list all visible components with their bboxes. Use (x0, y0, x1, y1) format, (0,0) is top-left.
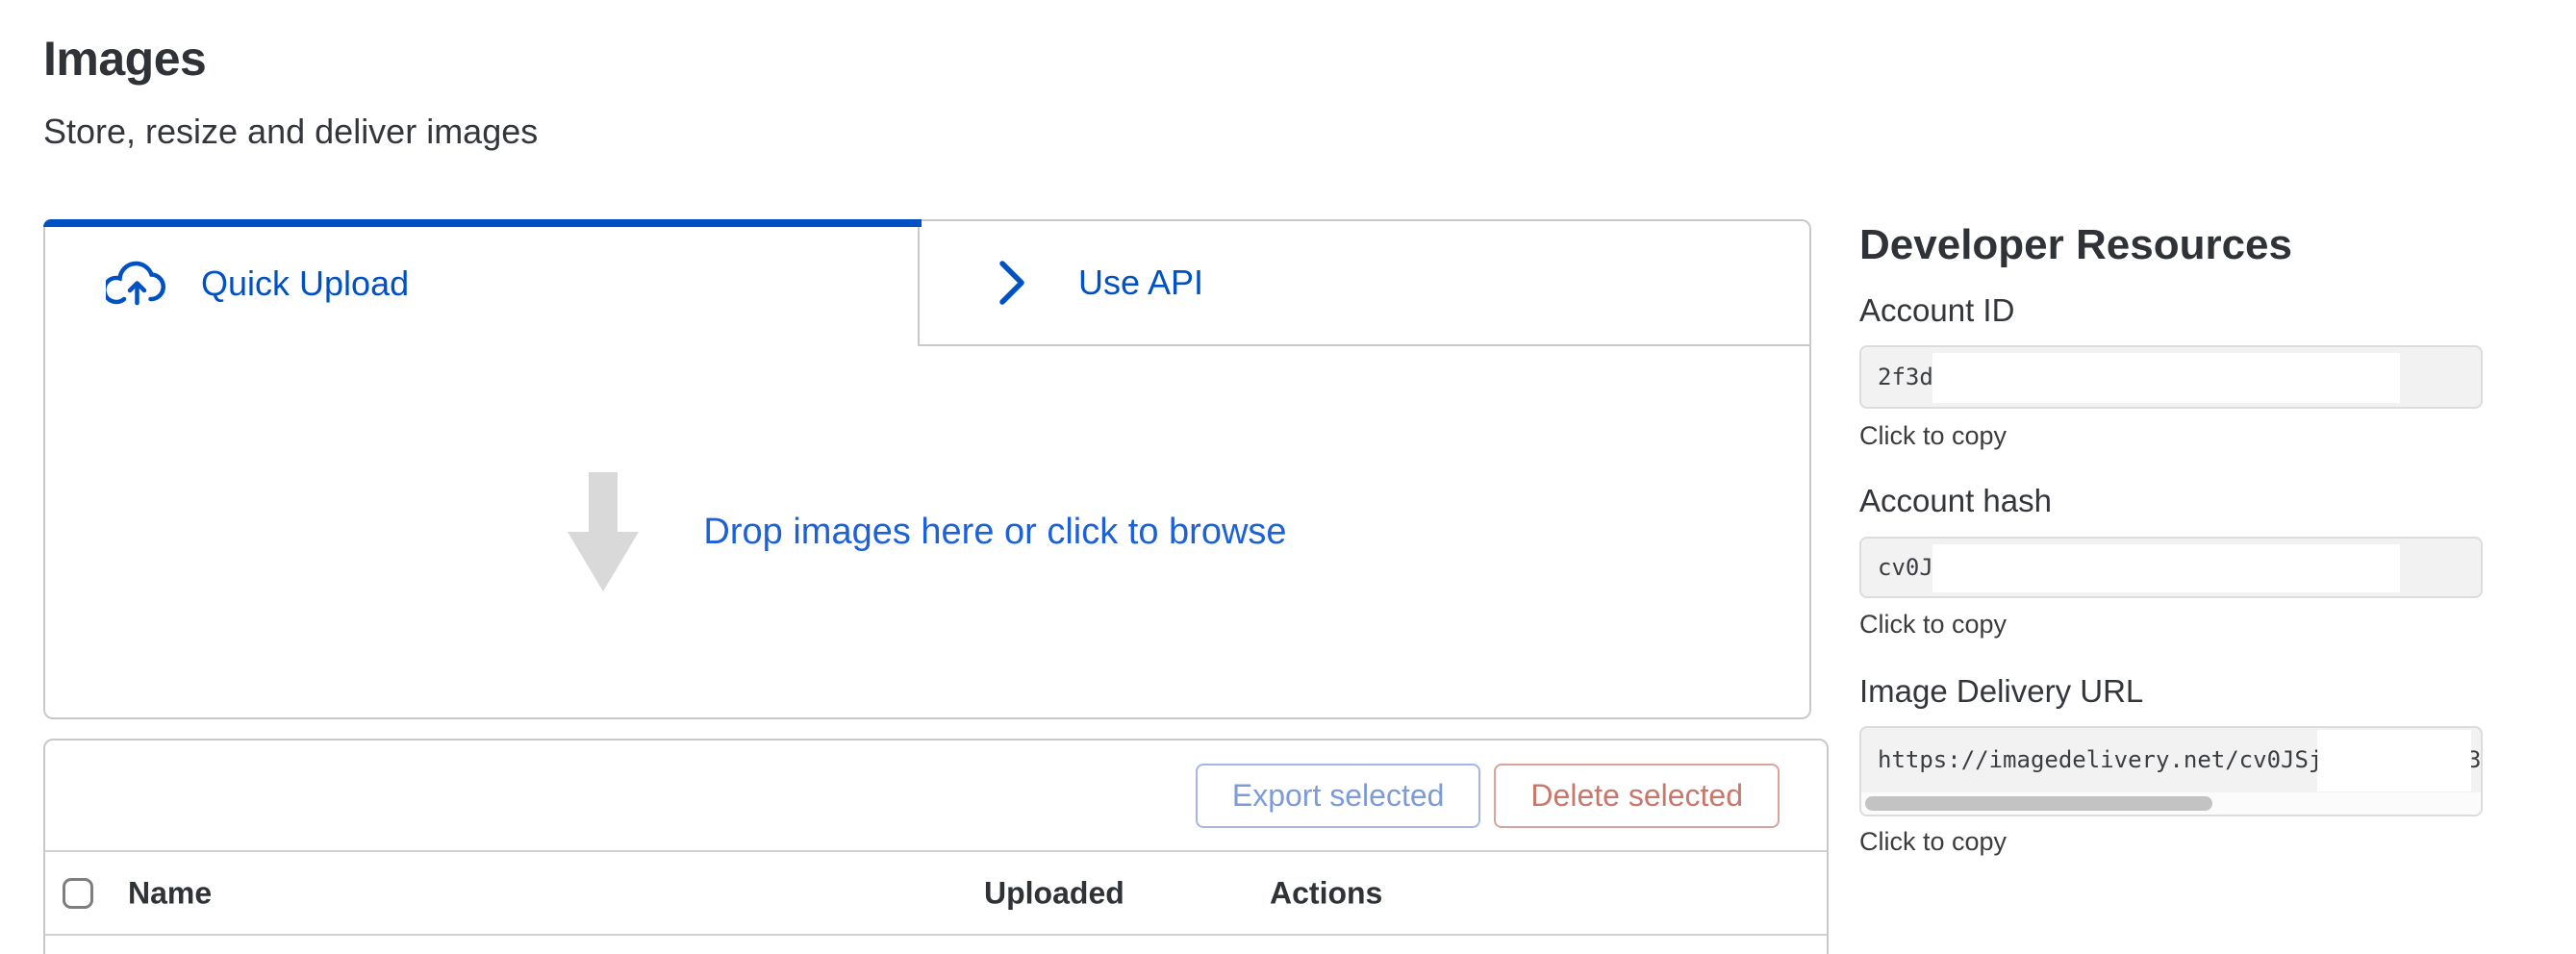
column-header-name: Name (128, 875, 212, 911)
tab-quick-upload-label: Quick Upload (201, 264, 409, 304)
delete-selected-button[interactable]: Delete selected (1494, 764, 1780, 828)
account-hash-value: cv0J (1878, 554, 1933, 581)
upload-card: Quick Upload Use API Drop images here or… (43, 219, 1811, 719)
account-id-copy-hint: Click to copy (1859, 421, 2007, 451)
active-tab-indicator (43, 219, 922, 227)
page-title: Images (43, 31, 206, 87)
image-dropzone[interactable]: Drop images here or click to browse (45, 346, 1809, 717)
image-delivery-url-value: https://imagedelivery.net/cv0JSj (1878, 746, 2322, 773)
cloud-upload-icon (106, 260, 167, 308)
image-delivery-url-copy-hint: Click to copy (1859, 827, 2007, 857)
select-all-checkbox[interactable] (63, 878, 93, 909)
redaction-overlay (1932, 353, 2400, 403)
image-list-card: Export selected Delete selected Name Upl… (43, 739, 1829, 954)
table-header-row: Name Uploaded Actions (45, 852, 1827, 936)
account-hash-field[interactable]: cv0J (1859, 537, 2483, 598)
tab-use-api-label: Use API (1078, 263, 1203, 303)
page-subtitle: Store, resize and deliver images (43, 112, 538, 152)
redaction-overlay (1932, 544, 2400, 592)
account-id-field[interactable]: 2f3d (1859, 345, 2483, 409)
tab-quick-upload[interactable]: Quick Upload (45, 221, 920, 346)
account-id-value: 2f3d (1878, 364, 1933, 390)
bulk-actions-row: Export selected Delete selected (45, 741, 1827, 852)
redaction-overlay (2317, 730, 2471, 791)
chevron-right-icon (998, 257, 1026, 309)
column-header-uploaded: Uploaded (984, 875, 1124, 911)
arrow-down-icon (568, 472, 639, 591)
horizontal-scrollbar-track (1861, 792, 2481, 815)
column-header-actions: Actions (1270, 875, 1382, 911)
tab-use-api[interactable]: Use API (920, 221, 1809, 346)
dropzone-label: Drop images here or click to browse (703, 512, 1286, 553)
account-hash-copy-hint: Click to copy (1859, 610, 2007, 640)
image-delivery-url-label: Image Delivery URL (1859, 673, 2143, 710)
images-page: Images Store, resize and deliver images … (0, 0, 2576, 954)
image-delivery-url-field[interactable]: https://imagedelivery.net/cv0JSj 3 (1859, 726, 2483, 816)
upload-tab-row: Quick Upload Use API (45, 221, 1809, 346)
account-id-label: Account ID (1859, 292, 2014, 329)
horizontal-scrollbar-thumb[interactable] (1865, 796, 2212, 811)
account-hash-label: Account hash (1859, 483, 2052, 519)
export-selected-button[interactable]: Export selected (1196, 764, 1481, 828)
developer-resources-title: Developer Resources (1859, 221, 2292, 269)
